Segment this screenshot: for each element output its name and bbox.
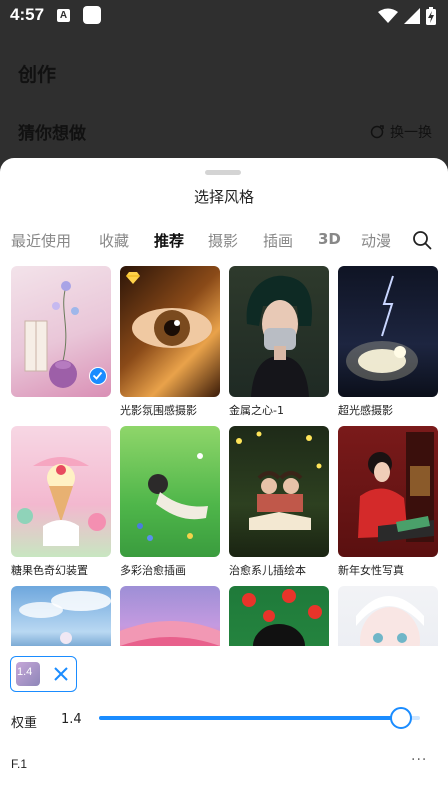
style-controls: 1.4 权重 1.4 F.1 ··· <box>0 646 448 798</box>
status-time: 4:57 <box>10 5 45 24</box>
style-thumbnail <box>11 266 111 397</box>
close-icon[interactable] <box>52 665 70 683</box>
selected-style-chip[interactable]: 1.4 <box>10 656 77 692</box>
weight-label: 权重 <box>11 716 38 731</box>
premium-diamond-icon <box>126 272 140 284</box>
selected-check-icon <box>89 367 107 385</box>
style-name: 糖果色奇幻装置 <box>11 564 88 577</box>
style-thumbnail <box>229 426 329 557</box>
style-name: 多彩治愈插画 <box>120 564 186 577</box>
style-name: 新年女性写真 <box>338 564 404 577</box>
style-thumbnail <box>120 426 220 557</box>
slider-thumb[interactable] <box>389 707 412 729</box>
tab-illustration[interactable]: 插画 <box>263 230 293 251</box>
style-thumbnail <box>229 266 329 397</box>
style-thumbnail <box>338 266 438 397</box>
notification-square-icon <box>83 6 101 24</box>
style-thumbnail <box>11 426 111 557</box>
search-icon[interactable] <box>412 230 432 250</box>
category-tabs: 最近使用 收藏 推荐 摄影 插画 3D 动漫 <box>0 226 448 256</box>
slider-fill <box>99 716 401 720</box>
style-name: 治愈系儿插绘本 <box>229 564 306 577</box>
status-bar: 4:57 A <box>0 0 448 32</box>
style-name: 超光感摄影 <box>338 404 393 417</box>
tab-favorites[interactable]: 收藏 <box>99 230 129 251</box>
style-name: 金属之心-1 <box>229 404 284 417</box>
tab-anime[interactable]: 动漫 <box>361 230 391 251</box>
tab-recommended[interactable]: 推荐 <box>154 230 184 251</box>
weight-value: 1.4 <box>61 712 82 727</box>
more-options-icon[interactable]: ··· <box>411 752 427 768</box>
refresh-label: 换一换 <box>390 125 432 141</box>
status-icons <box>378 7 436 25</box>
weight-slider[interactable] <box>99 707 420 729</box>
battery-charging-icon <box>426 7 436 25</box>
model-version[interactable]: F.1 <box>11 757 27 771</box>
tab-photography[interactable]: 摄影 <box>208 230 238 251</box>
style-name: 光影氛围感摄影 <box>120 404 197 417</box>
chip-weight-value: 1.4 <box>17 666 33 678</box>
refresh-button[interactable]: 换一换 <box>370 122 432 142</box>
style-thumbnail <box>338 426 438 557</box>
notification-a-icon: A <box>57 9 70 22</box>
drag-handle[interactable] <box>205 170 241 175</box>
section-title: 猜你想做 <box>18 124 86 144</box>
signal-icon <box>404 8 420 24</box>
style-picker-sheet: 选择风格 最近使用 收藏 推荐 摄影 插画 3D 动漫 光影氛围感摄影 金属之心… <box>0 158 448 798</box>
style-thumbnail <box>120 266 220 397</box>
sheet-title: 选择风格 <box>193 188 254 206</box>
tab-3d[interactable]: 3D <box>318 230 341 248</box>
wifi-icon <box>378 8 398 23</box>
page-title: 创作 <box>18 64 57 86</box>
refresh-icon <box>370 125 384 139</box>
tab-recent[interactable]: 最近使用 <box>11 230 71 251</box>
